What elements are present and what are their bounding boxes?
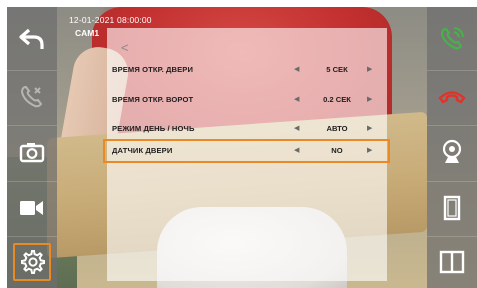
snapshot-button[interactable] bbox=[7, 126, 57, 178]
record-video-button[interactable] bbox=[7, 182, 57, 234]
back-button[interactable] bbox=[7, 13, 57, 65]
camera-label: CAM1 bbox=[75, 28, 100, 38]
hang-up-button[interactable] bbox=[427, 71, 477, 123]
back-arrow-icon bbox=[19, 28, 45, 50]
intercom-screen: 12-01-2021 08:00:00 CAM1 < ВРЕМЯ ОТКР. Д… bbox=[7, 7, 477, 288]
phone-off-icon bbox=[19, 84, 45, 110]
menu-row-day-night-mode[interactable]: РЕЖИМ ДЕНЬ / НОЧЬ ◀ АВТО ▶ bbox=[107, 120, 387, 140]
selected-row-highlight bbox=[103, 139, 390, 163]
menu-row-door-open-time[interactable]: ВРЕМЯ ОТКР. ДВЕРИ ◀ 5 СЕК ▶ bbox=[107, 61, 387, 81]
camera-icon bbox=[19, 141, 45, 163]
gate-icon bbox=[439, 250, 465, 274]
phone-off-button[interactable] bbox=[7, 71, 57, 123]
right-control-panel bbox=[427, 7, 477, 288]
decrease-arrow-icon[interactable]: ◀ bbox=[294, 65, 299, 73]
menu-row-value: 5 СЕК bbox=[326, 65, 348, 74]
menu-row-value: АВТО bbox=[326, 124, 348, 133]
datetime-display: 12-01-2021 08:00:00 bbox=[69, 15, 152, 25]
increase-arrow-icon[interactable]: ▶ bbox=[367, 124, 372, 132]
increase-arrow-icon[interactable]: ▶ bbox=[367, 65, 372, 73]
menu-row-gate-open-time[interactable]: ВРЕМЯ ОТКР. ВОРОТ ◀ 0.2 СЕК ▶ bbox=[107, 91, 387, 111]
webcam-icon bbox=[441, 139, 463, 165]
left-control-panel bbox=[7, 7, 57, 288]
open-door-button[interactable] bbox=[427, 182, 477, 234]
video-camera-icon bbox=[19, 199, 45, 217]
hang-up-icon bbox=[438, 89, 466, 105]
menu-row-label: ВРЕМЯ ОТКР. ВОРОТ bbox=[112, 95, 194, 104]
menu-row-value: 0.2 СЕК bbox=[323, 95, 351, 104]
answer-call-button[interactable] bbox=[427, 13, 477, 65]
menu-row-label: РЕЖИМ ДЕНЬ / НОЧЬ bbox=[112, 124, 195, 133]
decrease-arrow-icon[interactable]: ◀ bbox=[294, 124, 299, 132]
menu-row-label: ВРЕМЯ ОТКР. ДВЕРИ bbox=[112, 65, 194, 74]
monitor-camera-button[interactable] bbox=[427, 126, 477, 178]
answer-call-icon bbox=[439, 26, 465, 52]
increase-arrow-icon[interactable]: ▶ bbox=[367, 95, 372, 103]
decrease-arrow-icon[interactable]: ◀ bbox=[294, 95, 299, 103]
settings-gear-icon bbox=[19, 249, 45, 275]
door-icon bbox=[443, 195, 461, 221]
open-gate-button[interactable] bbox=[427, 236, 477, 288]
settings-button[interactable] bbox=[7, 236, 57, 288]
menu-back-chevron-icon[interactable]: < bbox=[121, 40, 129, 55]
